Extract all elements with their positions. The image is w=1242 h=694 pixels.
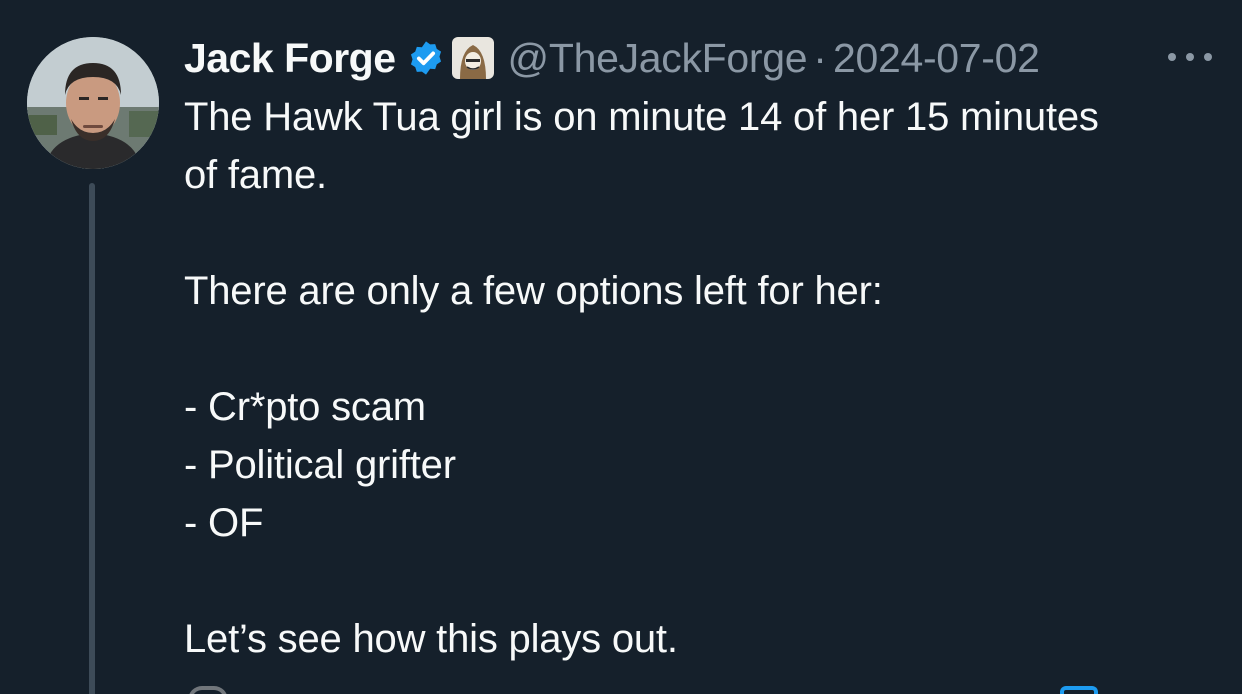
thread-line (89, 183, 95, 694)
tweet-date[interactable]: 2024-07-02 (833, 35, 1040, 82)
more-dot (1204, 53, 1212, 61)
tweet-line: - OF (184, 501, 264, 545)
tweet-line: - Cr*pto scam (184, 385, 426, 429)
more-dot (1168, 53, 1176, 61)
more-options-icon[interactable] (1166, 42, 1214, 72)
affiliate-badge-icon[interactable] (451, 37, 494, 79)
share-icon[interactable] (1060, 686, 1098, 694)
tweet: Jack Forge @TheJackForge · 2024-07-02 Th… (0, 0, 1242, 694)
avatar-photo (27, 37, 159, 169)
tweet-text: The Hawk Tua girl is on minute 14 of her… (184, 88, 1234, 668)
tweet-header: Jack Forge @TheJackForge · 2024-07-02 (184, 30, 1040, 86)
handle[interactable]: @TheJackForge (508, 35, 808, 82)
more-dot (1186, 53, 1194, 61)
tweet-line: of fame. (184, 153, 327, 197)
tweet-line: - Political grifter (184, 443, 456, 487)
display-name[interactable]: Jack Forge (184, 35, 396, 82)
tweet-line: Let’s see how this plays out. (184, 617, 678, 661)
separator-dot: · (813, 34, 827, 81)
action-bar (180, 686, 1180, 694)
tweet-line: The Hawk Tua girl is on minute 14 of her… (184, 95, 1099, 139)
avatar[interactable] (27, 37, 159, 169)
reply-icon[interactable] (188, 686, 228, 694)
tweet-line: There are only a few options left for he… (184, 269, 883, 313)
verified-badge-icon[interactable] (407, 39, 445, 77)
